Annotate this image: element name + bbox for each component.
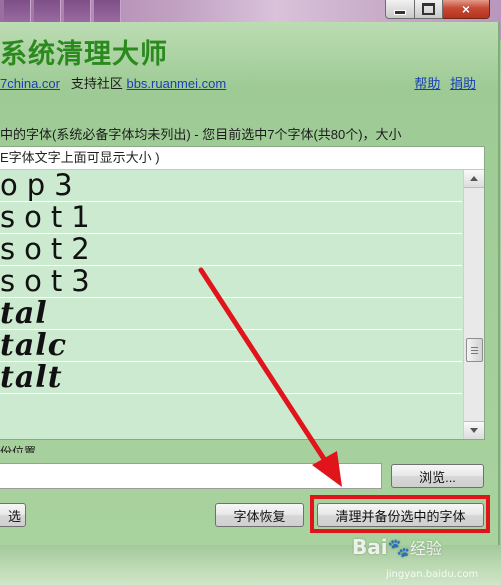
font-list-item[interactable]: tal [0,298,462,330]
maximize-button[interactable] [415,0,443,19]
watermark-brand: Bai [352,535,388,559]
baidu-watermark: Bai🐾经验 [352,535,443,559]
window-controls: × [385,0,490,22]
font-list-item[interactable]: sot1 [0,202,462,234]
font-summary: 中的字体(系统必备字体均未列出) - 您目前选中7个字体(共80个)，大小 [0,127,402,142]
font-list-item[interactable]: sot3 [0,266,462,298]
browse-button[interactable]: 浏览... [391,464,484,488]
maximize-icon [422,3,435,15]
font-list-item[interactable]: talc [0,330,462,362]
scroll-up-button[interactable] [464,170,484,188]
backup-path-input[interactable] [0,463,382,489]
chevron-up-icon [470,176,478,181]
close-button[interactable]: × [443,0,490,19]
font-list[interactable]: E字体文字上面可显示大小 ) op3 sot1 sot2 sot3 tal talc tal… [0,146,485,440]
help-link[interactable]: 帮助 [414,76,440,91]
font-list-header: E字体文字上面可显示大小 ) [0,147,484,170]
support-label: 支持社区 [70,76,123,91]
app-title: 系统清理大师 [0,39,168,70]
donate-link[interactable]: 捐助 [450,76,476,91]
watermark-suffix: 经验 [410,539,443,558]
font-list-item[interactable]: talt [0,362,462,394]
site-link[interactable]: 7china.cor [0,76,60,91]
support-link[interactable]: bbs.ruanmei.com [126,76,226,91]
chevron-down-icon [470,428,478,433]
font-list-rows: op3 sot1 sot2 sot3 tal talc talt [0,170,462,394]
scroll-thumb[interactable] [466,338,483,362]
site-links: 7china.cor 支持社区 bbs.ruanmei.com [0,73,226,92]
annotation-highlight-box [310,495,490,533]
font-list-item[interactable]: op3 [0,170,462,202]
minimize-icon [394,9,406,15]
close-icon: × [461,1,471,17]
restore-fonts-button[interactable]: 字体恢复 [215,503,304,527]
select-all-button[interactable]: 选 [0,503,26,527]
backup-location-label: 份位置 [0,445,37,453]
watermark-url: jingyan.baidu.com [386,569,479,580]
help-links: 帮助 捐助 [408,73,476,92]
scroll-down-button[interactable] [464,421,484,439]
font-list-item[interactable]: sot2 [0,234,462,266]
font-list-scrollbar[interactable] [463,170,484,439]
minimize-button[interactable] [385,0,415,19]
